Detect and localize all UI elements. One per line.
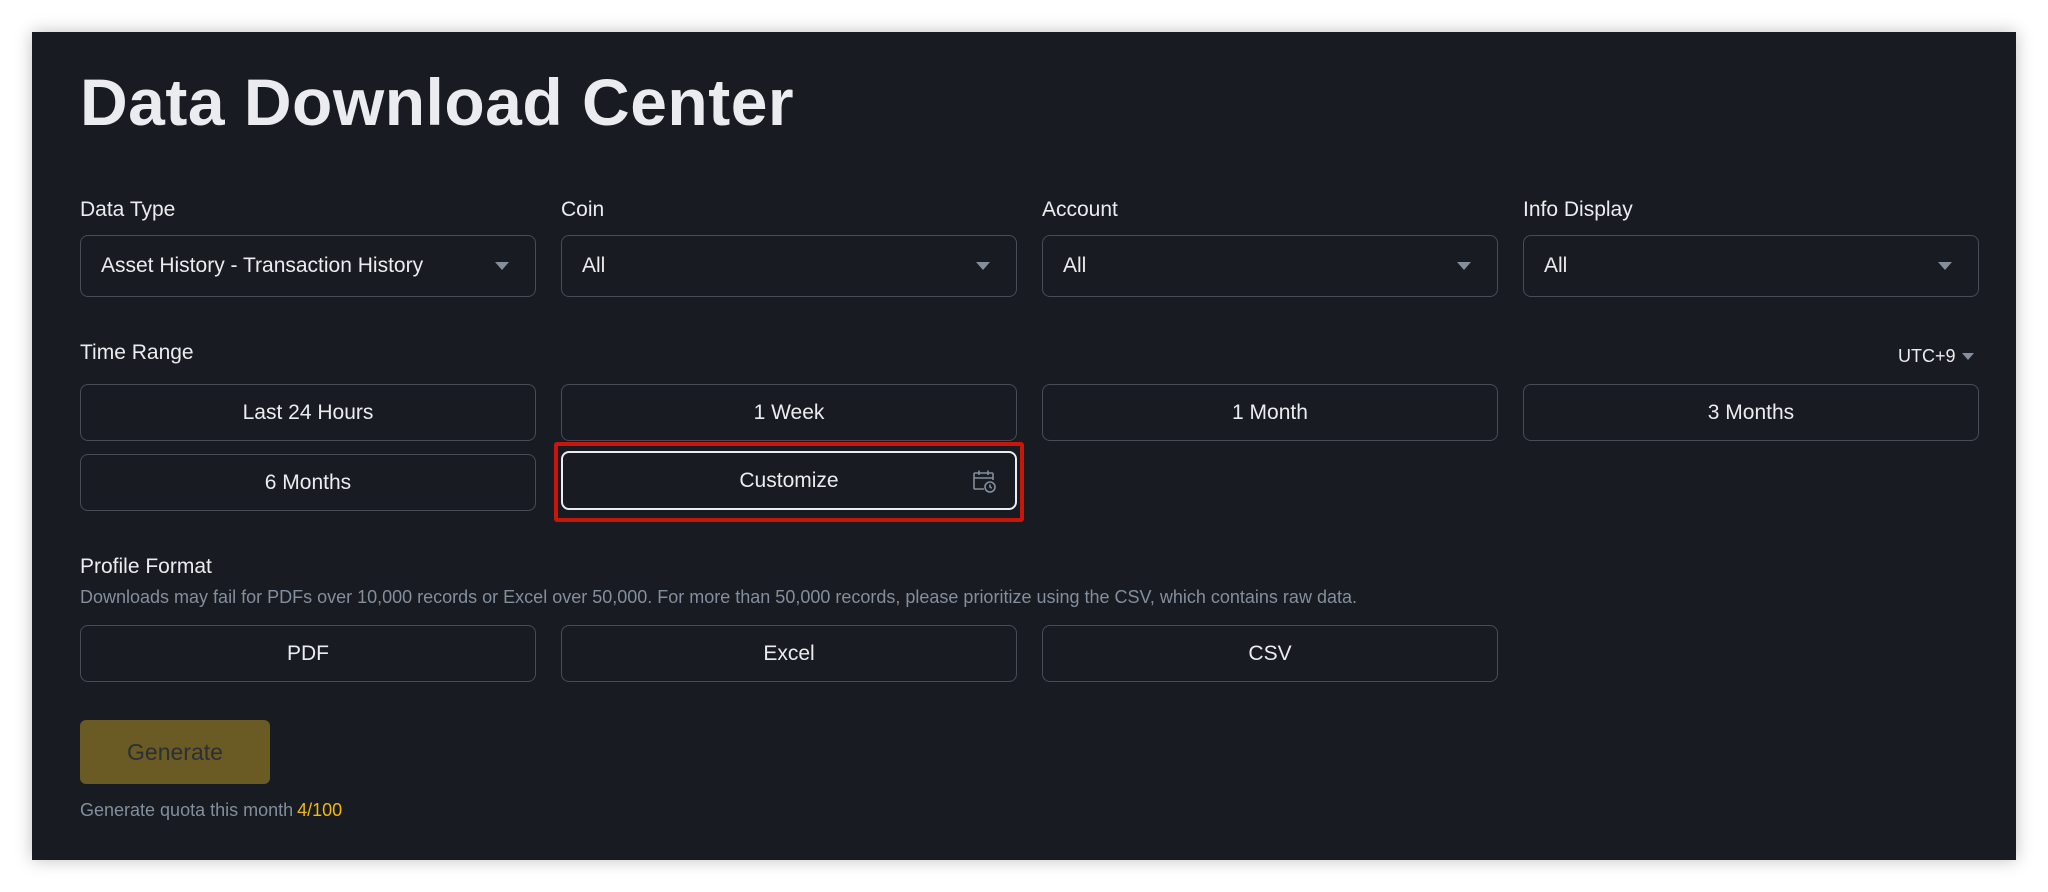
caret-down-icon bbox=[976, 262, 990, 270]
coin-value: All bbox=[582, 254, 606, 277]
timezone-select[interactable]: UTC+9 bbox=[1898, 346, 1974, 367]
page-title: Data Download Center bbox=[80, 65, 795, 139]
quota-count: 4/100 bbox=[297, 800, 343, 820]
time-range-label: Time Range bbox=[80, 341, 194, 364]
profile-format-hint: Downloads may fail for PDFs over 10,000 … bbox=[80, 587, 1357, 607]
info-display-select[interactable]: All bbox=[1523, 235, 1979, 297]
calendar-clock-icon bbox=[973, 470, 996, 493]
info-display-value: All bbox=[1544, 254, 1568, 277]
account-label: Account bbox=[1042, 198, 1118, 221]
timezone-value: UTC+9 bbox=[1898, 346, 1956, 366]
caret-down-icon bbox=[1938, 262, 1952, 270]
data-type-value: Asset History - Transaction History bbox=[101, 254, 424, 277]
format-pdf-button[interactable]: PDF bbox=[80, 625, 536, 682]
data-type-label: Data Type bbox=[80, 198, 176, 221]
time-range-last-24-hours-button[interactable]: Last 24 Hours bbox=[80, 384, 536, 441]
coin-select[interactable]: All bbox=[561, 235, 1017, 297]
time-range-1-month-button[interactable]: 1 Month bbox=[1042, 384, 1498, 441]
download-center-panel: Data Download Center Data Type Coin Acco… bbox=[32, 32, 2016, 860]
caret-down-icon bbox=[1961, 353, 1974, 360]
time-range-customize-button[interactable]: Customize bbox=[561, 451, 1017, 510]
time-range-3-months-button[interactable]: 3 Months bbox=[1523, 384, 1979, 441]
format-csv-button[interactable]: CSV bbox=[1042, 625, 1498, 682]
time-range-1-week-button[interactable]: 1 Week bbox=[561, 384, 1017, 441]
data-type-select[interactable]: Asset History - Transaction History bbox=[80, 235, 536, 297]
format-excel-button[interactable]: Excel bbox=[561, 625, 1017, 682]
caret-down-icon bbox=[495, 262, 509, 270]
time-range-6-months-button[interactable]: 6 Months bbox=[80, 454, 536, 511]
account-select[interactable]: All bbox=[1042, 235, 1498, 297]
coin-label: Coin bbox=[561, 198, 605, 221]
customize-label: Customize bbox=[739, 468, 839, 492]
caret-down-icon bbox=[1457, 262, 1471, 270]
profile-format-label: Profile Format bbox=[80, 555, 212, 578]
account-value: All bbox=[1063, 254, 1087, 277]
quota-label: Generate quota this month bbox=[80, 800, 294, 820]
info-display-label: Info Display bbox=[1523, 198, 1633, 221]
generate-quota: Generate quota this month 4/100 bbox=[80, 800, 342, 821]
generate-button[interactable]: Generate bbox=[80, 720, 270, 784]
